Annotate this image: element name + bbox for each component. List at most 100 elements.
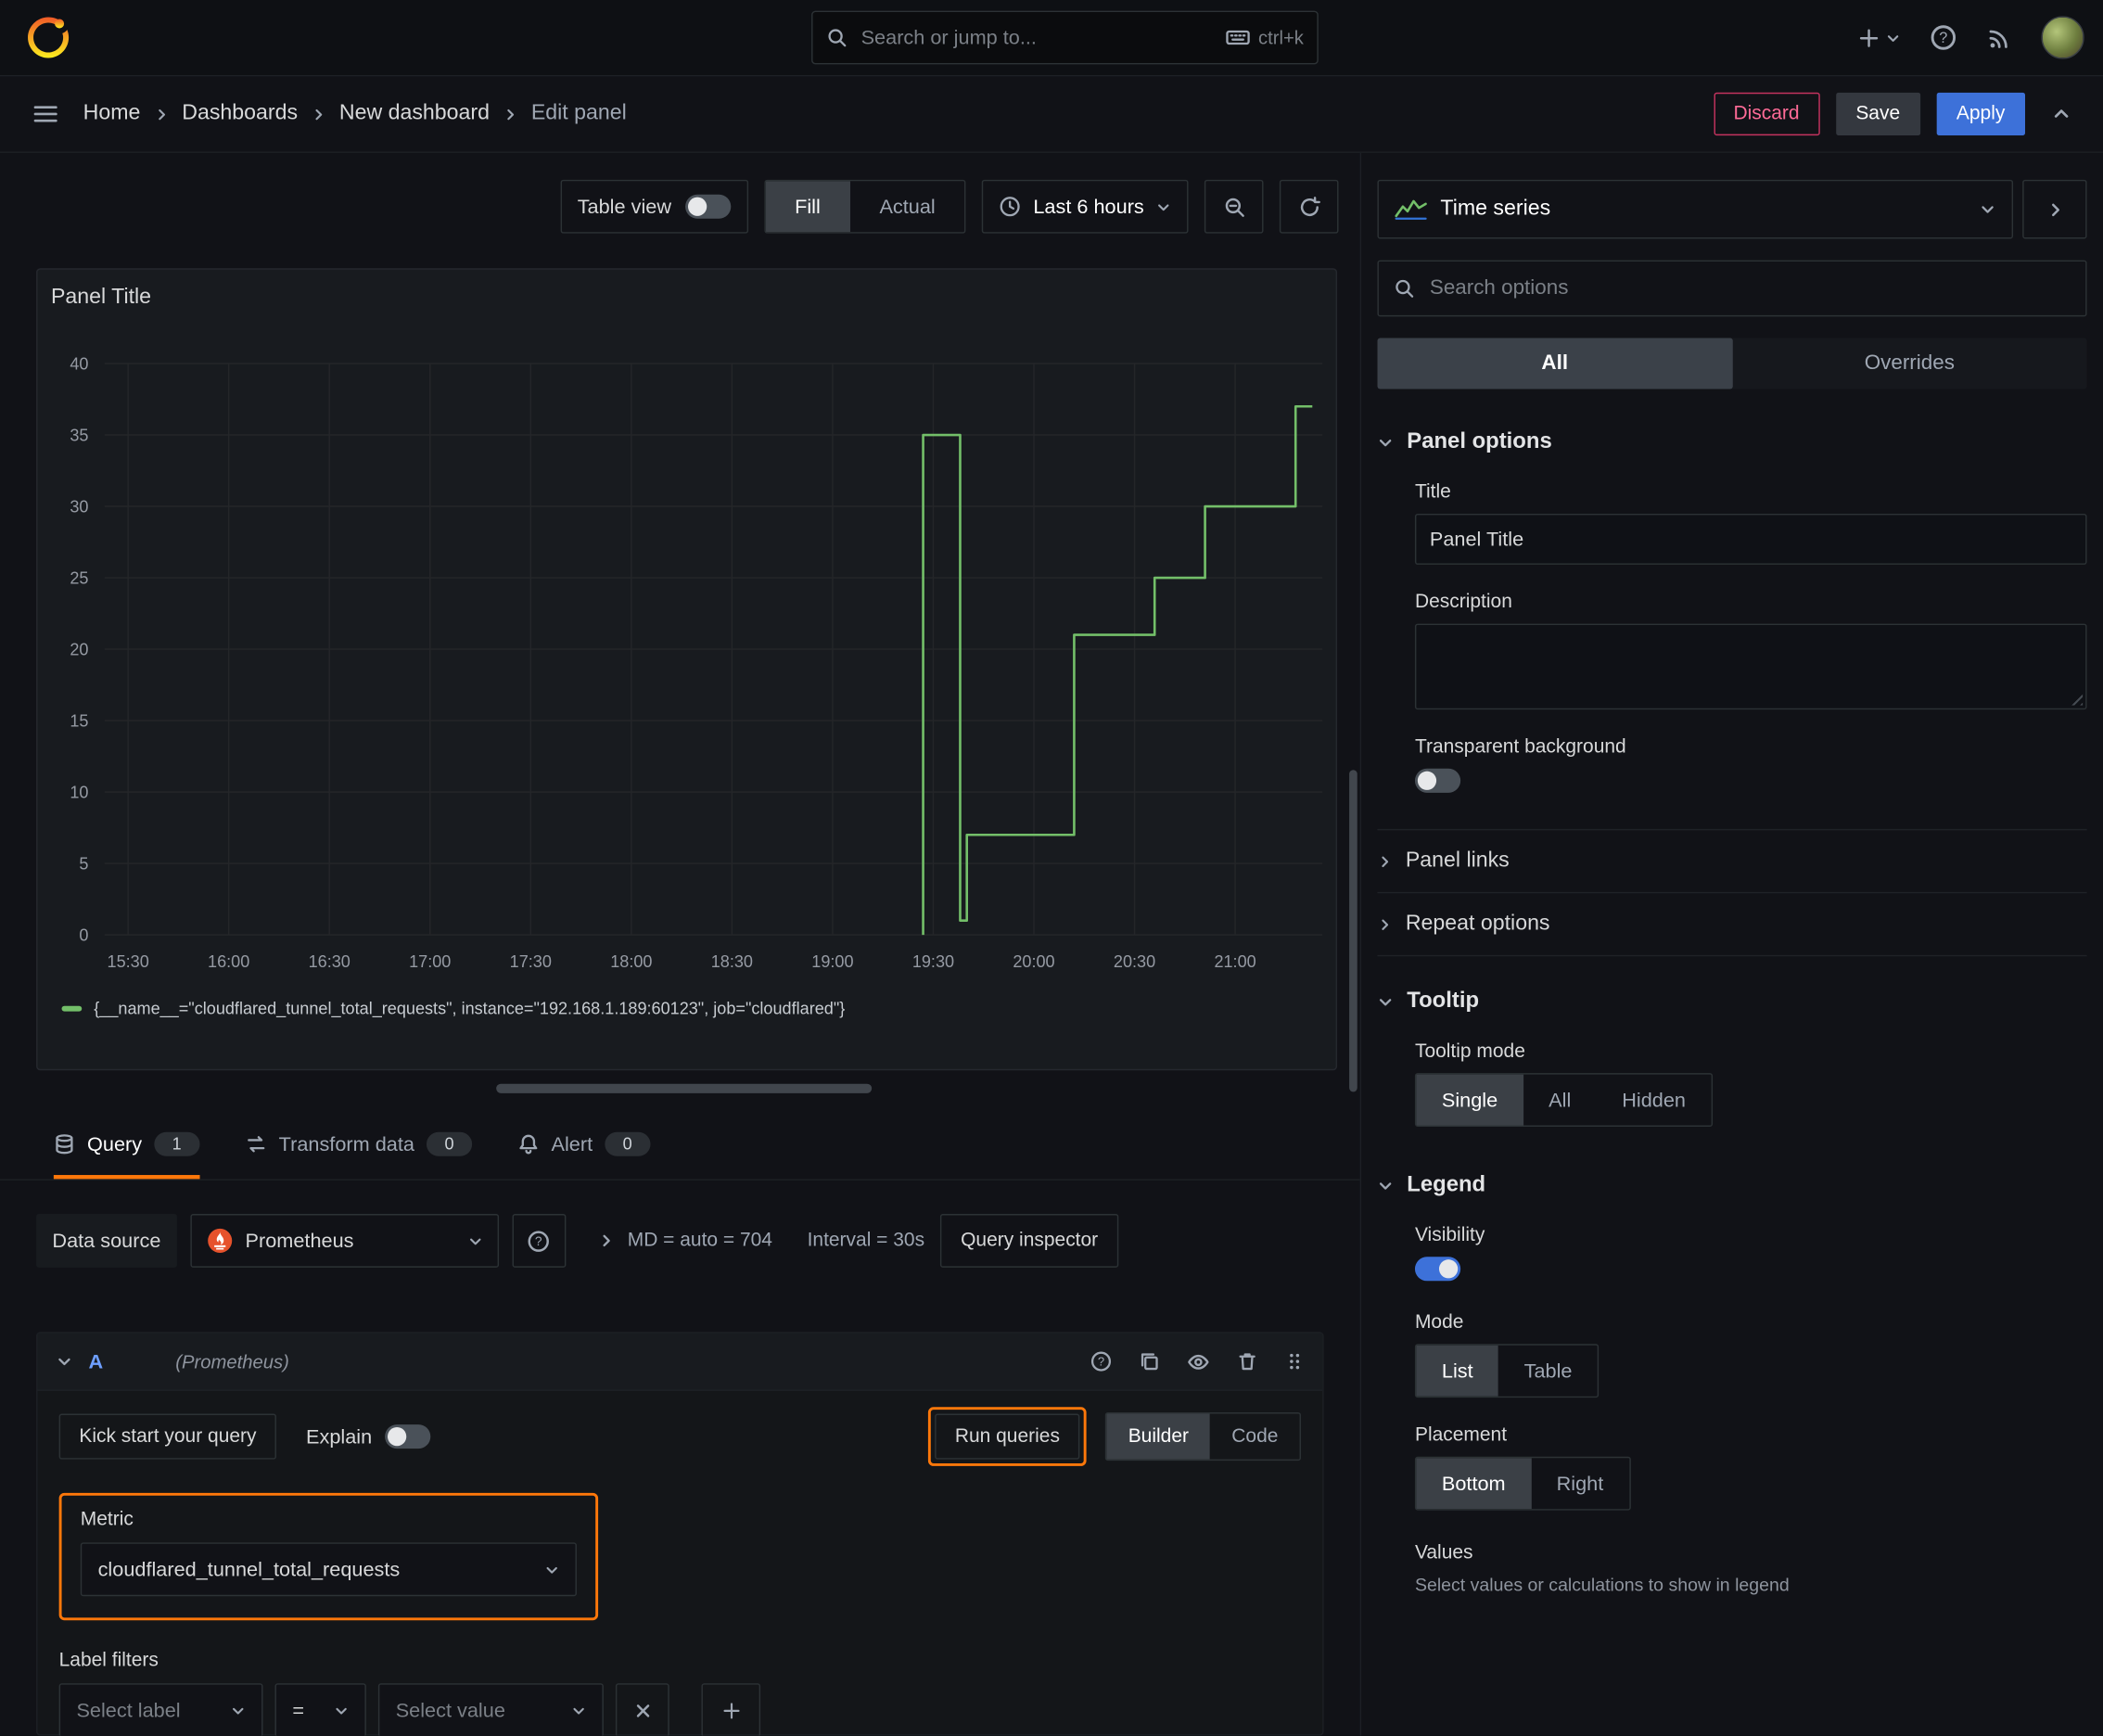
legend-mode-label: Mode [1414,1311,1464,1334]
table-view-toggle[interactable] [684,194,731,219]
breadcrumb-dashboards[interactable]: Dashboards [182,102,298,126]
repeat-options-row[interactable]: Repeat options [1377,893,2087,957]
datasource-row: Data source Prometheus ? MD = auto = 704… [36,1211,1324,1270]
run-queries-button[interactable]: Run queries [935,1413,1080,1460]
options-search[interactable] [1377,260,2087,317]
chevron-down-icon [544,1562,559,1576]
legend-placement-group: Bottom Right [1414,1456,1631,1511]
legend-mode-list[interactable]: List [1416,1345,1499,1397]
svg-text:?: ? [1939,30,1947,46]
breadcrumb-new-dashboard[interactable]: New dashboard [339,102,490,126]
toggle-visibility-icon[interactable] [1187,1350,1210,1373]
global-search-input[interactable] [858,24,1216,51]
actual-option[interactable]: Actual [850,181,965,232]
tooltip-mode-hidden[interactable]: Hidden [1597,1075,1712,1126]
query-help-icon[interactable]: ? [1090,1351,1112,1372]
collapse-up-icon[interactable] [2052,105,2071,123]
description-field-label: Description [1414,591,1512,614]
panel-preview[interactable]: Panel Title 0 5 10 15 20 25 30 35 40 15:30 16:00 16… [36,268,1338,1071]
delete-query-icon[interactable] [1237,1351,1258,1372]
select-label-dropdown[interactable]: Select label [58,1683,263,1736]
title-field-label: Title [1414,481,1451,504]
global-search[interactable]: ctrl+k [811,10,1319,65]
discard-button[interactable]: Discard [1713,92,1820,136]
close-icon [633,1702,651,1719]
query-options-expand-icon[interactable] [598,1232,614,1248]
legend-mode-group: List Table [1414,1344,1600,1398]
tooltip-header[interactable]: Tooltip [1377,989,2086,1014]
builder-option[interactable]: Builder [1106,1413,1211,1460]
add-filter-button[interactable] [701,1683,761,1736]
kick-start-button[interactable]: Kick start your query [58,1413,277,1460]
help-button[interactable]: ? [1930,24,1956,51]
legend-placement-bottom[interactable]: Bottom [1416,1458,1532,1510]
code-option[interactable]: Code [1210,1414,1299,1460]
svg-text:15: 15 [70,712,88,731]
question-circle-icon: ? [528,1230,551,1253]
query-row-header[interactable]: A (Prometheus) ? [37,1333,1323,1391]
svg-text:21:00: 21:00 [1214,952,1255,971]
visualization-picker[interactable]: Time series [1377,179,2014,239]
hamburger-menu-icon[interactable] [32,102,59,126]
panel-description-textarea[interactable] [1414,623,2087,710]
panel-options-header[interactable]: Panel options [1377,429,2086,454]
datasource-picker[interactable]: Prometheus [190,1213,499,1268]
legend-header[interactable]: Legend [1377,1172,2086,1197]
svg-text:18:00: 18:00 [610,952,652,971]
svg-text:5: 5 [79,855,88,874]
tooltip-mode-single[interactable]: Single [1416,1074,1523,1126]
legend-mode-table[interactable]: Table [1498,1346,1598,1397]
metric-select[interactable]: cloudflared_tunnel_total_requests [80,1542,577,1597]
chart-legend[interactable]: {__name__="cloudflared_tunnel_total_requ… [61,1000,845,1018]
apply-button[interactable]: Apply [1936,92,2026,136]
drag-handle-icon[interactable] [1285,1351,1304,1372]
chevron-down-icon [1377,434,1393,450]
svg-text:15:30: 15:30 [108,952,149,971]
save-button[interactable]: Save [1835,92,1920,136]
search-icon [1394,277,1415,299]
news-icon[interactable] [1986,25,2011,50]
select-value-dropdown[interactable]: Select value [377,1683,604,1736]
query-editor-card: A (Prometheus) ? Kick start your query E… [36,1332,1324,1736]
query-options-summary[interactable]: MD = auto = 704 Interval = 30s [628,1230,924,1251]
collapse-chevron-icon[interactable] [57,1353,72,1369]
add-menu-button[interactable] [1857,26,1900,49]
tab-alert[interactable]: Alert 0 [517,1114,651,1180]
zoom-out-button[interactable] [1204,179,1264,234]
tab-query-label: Query [87,1132,143,1156]
vertical-scrollbar[interactable] [1349,770,1357,1092]
transparent-bg-toggle[interactable] [1414,768,1461,793]
legend-visibility-toggle[interactable] [1414,1257,1461,1282]
chevron-right-icon [1377,917,1392,932]
operator-dropdown[interactable]: = [274,1683,366,1736]
time-range-picker[interactable]: Last 6 hours [982,179,1189,234]
panel-title-input[interactable] [1414,513,2087,565]
legend-series-label[interactable]: {__name__="cloudflared_tunnel_total_requ… [94,1000,845,1018]
breadcrumb-home[interactable]: Home [83,102,141,126]
legend-placement-right[interactable]: Right [1531,1458,1629,1509]
tab-query[interactable]: Query 1 [53,1114,200,1180]
remove-filter-button[interactable] [615,1683,669,1736]
options-search-input[interactable] [1426,274,2071,302]
tooltip-mode-all[interactable]: All [1523,1075,1597,1126]
chevron-down-icon [571,1703,586,1717]
panel-links-row[interactable]: Panel links [1377,830,2087,894]
explain-toggle[interactable] [385,1424,431,1449]
tab-all[interactable]: All [1377,338,1733,389]
label-filters-label: Label filters [58,1650,159,1672]
database-icon [54,1133,75,1155]
grafana-logo[interactable] [24,13,72,61]
table-view-control: Table view [559,179,748,234]
fill-option[interactable]: Fill [765,181,850,233]
user-avatar[interactable] [2041,16,2084,59]
datasource-label: Data source [36,1213,177,1268]
refresh-button[interactable] [1279,179,1339,234]
horizontal-resize-handle[interactable] [496,1083,873,1093]
tab-transform[interactable]: Transform data 0 [245,1114,473,1180]
datasource-help-button[interactable]: ? [512,1213,567,1268]
tab-overrides[interactable]: Overrides [1732,338,2087,389]
query-inspector-button[interactable]: Query inspector [940,1213,1118,1268]
toggle-viz-picker-button[interactable] [2022,179,2087,239]
svg-text:30: 30 [70,498,88,517]
duplicate-query-icon[interactable] [1139,1351,1160,1372]
